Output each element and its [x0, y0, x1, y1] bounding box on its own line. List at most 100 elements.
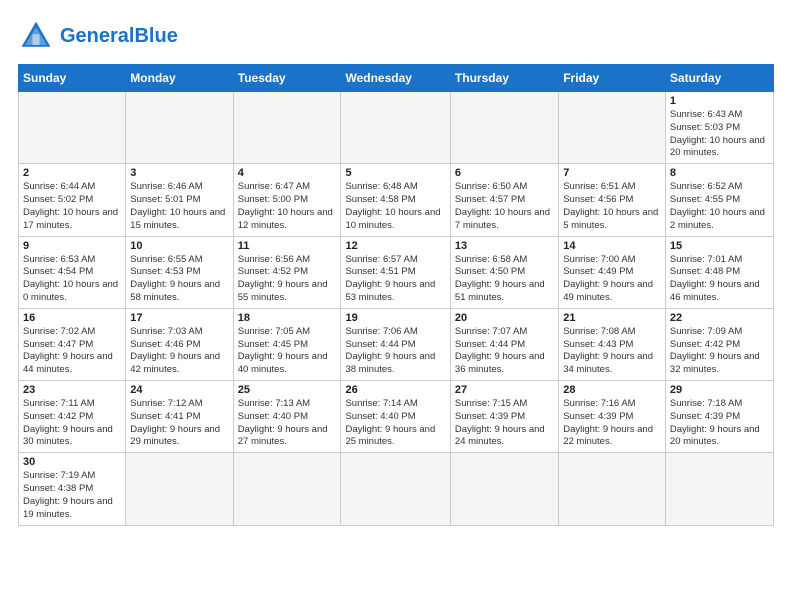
- calendar-cell: 26 Sunrise: 7:14 AM Sunset: 4:40 PM Dayli…: [341, 381, 450, 453]
- logo-icon: [18, 18, 54, 54]
- day-number: 18: [238, 312, 337, 324]
- day-info: Sunrise: 7:05 AM Sunset: 4:45 PM Dayligh…: [238, 326, 337, 377]
- day-info: Sunrise: 7:13 AM Sunset: 4:40 PM Dayligh…: [238, 398, 337, 449]
- calendar-cell: [450, 453, 558, 525]
- calendar-cell: 12 Sunrise: 6:57 AM Sunset: 4:51 PM Dayli…: [341, 236, 450, 308]
- calendar-cell: 24Sunrise: 7:12 AM Sunset: 4:41 PM Dayli…: [126, 381, 233, 453]
- calendar-cell: 14Sunrise: 7:00 AM Sunset: 4:49 PM Dayli…: [559, 236, 666, 308]
- day-number: 5: [345, 167, 445, 179]
- calendar-cell: 1 Sunrise: 6:43 AM Sunset: 5:03 PM Daylig…: [665, 92, 773, 164]
- day-number: 30: [23, 456, 121, 468]
- calendar-day-header: Friday: [559, 65, 666, 92]
- day-info: Sunrise: 7:02 AM Sunset: 4:47 PM Dayligh…: [23, 326, 121, 377]
- day-number: 6: [455, 167, 554, 179]
- calendar-cell: 23 Sunrise: 7:11 AM Sunset: 4:42 PM Dayli…: [19, 381, 126, 453]
- logo-text: GeneralBlue: [60, 26, 178, 46]
- day-number: 7: [563, 167, 661, 179]
- day-info: Sunrise: 7:12 AM Sunset: 4:41 PM Dayligh…: [130, 398, 228, 449]
- calendar-cell: [233, 92, 341, 164]
- calendar-cell: 21Sunrise: 7:08 AM Sunset: 4:43 PM Dayli…: [559, 308, 666, 380]
- day-number: 12: [345, 240, 445, 252]
- calendar-cell: [559, 453, 666, 525]
- calendar-cell: 2Sunrise: 6:44 AM Sunset: 5:02 PM Daylig…: [19, 164, 126, 236]
- day-info: Sunrise: 6:43 AM Sunset: 5:03 PM Dayligh…: [670, 109, 769, 160]
- calendar-day-header: Saturday: [665, 65, 773, 92]
- calendar-day-header: Wednesday: [341, 65, 450, 92]
- calendar-cell: 9Sunrise: 6:53 AM Sunset: 4:54 PM Daylig…: [19, 236, 126, 308]
- calendar-cell: 6 Sunrise: 6:50 AM Sunset: 4:57 PM Daylig…: [450, 164, 558, 236]
- day-info: Sunrise: 6:51 AM Sunset: 4:56 PM Dayligh…: [563, 181, 661, 232]
- day-info: Sunrise: 6:47 AM Sunset: 5:00 PM Dayligh…: [238, 181, 337, 232]
- calendar-cell: 8 Sunrise: 6:52 AM Sunset: 4:55 PM Daylig…: [665, 164, 773, 236]
- day-number: 26: [345, 384, 445, 396]
- calendar-week-row: 30 Sunrise: 7:19 AM Sunset: 4:38 PM Dayli…: [19, 453, 774, 525]
- day-number: 9: [23, 240, 121, 252]
- calendar-cell: [341, 92, 450, 164]
- calendar-cell: 7 Sunrise: 6:51 AM Sunset: 4:56 PM Daylig…: [559, 164, 666, 236]
- calendar-cell: 13Sunrise: 6:58 AM Sunset: 4:50 PM Dayli…: [450, 236, 558, 308]
- day-info: Sunrise: 7:19 AM Sunset: 4:38 PM Dayligh…: [23, 470, 121, 521]
- day-info: Sunrise: 7:11 AM Sunset: 4:42 PM Dayligh…: [23, 398, 121, 449]
- calendar-cell: [126, 92, 233, 164]
- day-number: 28: [563, 384, 661, 396]
- calendar-day-header: Thursday: [450, 65, 558, 92]
- day-info: Sunrise: 7:15 AM Sunset: 4:39 PM Dayligh…: [455, 398, 554, 449]
- day-number: 16: [23, 312, 121, 324]
- calendar-header-row: SundayMondayTuesdayWednesdayThursdayFrid…: [19, 65, 774, 92]
- calendar-week-row: 1 Sunrise: 6:43 AM Sunset: 5:03 PM Daylig…: [19, 92, 774, 164]
- calendar-week-row: 16 Sunrise: 7:02 AM Sunset: 4:47 PM Dayli…: [19, 308, 774, 380]
- day-info: Sunrise: 6:55 AM Sunset: 4:53 PM Dayligh…: [130, 254, 228, 305]
- day-info: Sunrise: 7:06 AM Sunset: 4:44 PM Dayligh…: [345, 326, 445, 377]
- calendar-cell: 28Sunrise: 7:16 AM Sunset: 4:39 PM Dayli…: [559, 381, 666, 453]
- calendar-cell: 11Sunrise: 6:56 AM Sunset: 4:52 PM Dayli…: [233, 236, 341, 308]
- calendar-week-row: 23 Sunrise: 7:11 AM Sunset: 4:42 PM Dayli…: [19, 381, 774, 453]
- day-number: 4: [238, 167, 337, 179]
- day-number: 29: [670, 384, 769, 396]
- calendar-cell: 27 Sunrise: 7:15 AM Sunset: 4:39 PM Dayli…: [450, 381, 558, 453]
- day-number: 19: [345, 312, 445, 324]
- day-number: 23: [23, 384, 121, 396]
- calendar-cell: 30 Sunrise: 7:19 AM Sunset: 4:38 PM Dayli…: [19, 453, 126, 525]
- calendar-day-header: Monday: [126, 65, 233, 92]
- calendar-cell: 10Sunrise: 6:55 AM Sunset: 4:53 PM Dayli…: [126, 236, 233, 308]
- day-number: 20: [455, 312, 554, 324]
- day-number: 8: [670, 167, 769, 179]
- day-number: 22: [670, 312, 769, 324]
- day-number: 13: [455, 240, 554, 252]
- calendar-cell: [233, 453, 341, 525]
- calendar-week-row: 2Sunrise: 6:44 AM Sunset: 5:02 PM Daylig…: [19, 164, 774, 236]
- day-info: Sunrise: 6:50 AM Sunset: 4:57 PM Dayligh…: [455, 181, 554, 232]
- calendar-cell: 18 Sunrise: 7:05 AM Sunset: 4:45 PM Dayli…: [233, 308, 341, 380]
- day-info: Sunrise: 7:09 AM Sunset: 4:42 PM Dayligh…: [670, 326, 769, 377]
- calendar-cell: 22 Sunrise: 7:09 AM Sunset: 4:42 PM Dayli…: [665, 308, 773, 380]
- calendar-table: SundayMondayTuesdayWednesdayThursdayFrid…: [18, 64, 774, 526]
- calendar-cell: [665, 453, 773, 525]
- day-number: 27: [455, 384, 554, 396]
- day-info: Sunrise: 6:52 AM Sunset: 4:55 PM Dayligh…: [670, 181, 769, 232]
- day-info: Sunrise: 7:14 AM Sunset: 4:40 PM Dayligh…: [345, 398, 445, 449]
- day-info: Sunrise: 6:57 AM Sunset: 4:51 PM Dayligh…: [345, 254, 445, 305]
- calendar-cell: [19, 92, 126, 164]
- day-number: 25: [238, 384, 337, 396]
- day-info: Sunrise: 7:00 AM Sunset: 4:49 PM Dayligh…: [563, 254, 661, 305]
- day-number: 1: [670, 95, 769, 107]
- day-number: 3: [130, 167, 228, 179]
- logo: GeneralBlue: [18, 18, 178, 54]
- day-info: Sunrise: 7:08 AM Sunset: 4:43 PM Dayligh…: [563, 326, 661, 377]
- calendar-day-header: Sunday: [19, 65, 126, 92]
- day-info: Sunrise: 7:03 AM Sunset: 4:46 PM Dayligh…: [130, 326, 228, 377]
- header: GeneralBlue: [18, 18, 774, 54]
- day-info: Sunrise: 7:07 AM Sunset: 4:44 PM Dayligh…: [455, 326, 554, 377]
- calendar-cell: 19 Sunrise: 7:06 AM Sunset: 4:44 PM Dayli…: [341, 308, 450, 380]
- calendar-cell: [450, 92, 558, 164]
- calendar-cell: 20 Sunrise: 7:07 AM Sunset: 4:44 PM Dayli…: [450, 308, 558, 380]
- calendar-cell: 25 Sunrise: 7:13 AM Sunset: 4:40 PM Dayli…: [233, 381, 341, 453]
- calendar-cell: 16 Sunrise: 7:02 AM Sunset: 4:47 PM Dayli…: [19, 308, 126, 380]
- calendar-cell: 29 Sunrise: 7:18 AM Sunset: 4:39 PM Dayli…: [665, 381, 773, 453]
- calendar-cell: 5 Sunrise: 6:48 AM Sunset: 4:58 PM Daylig…: [341, 164, 450, 236]
- day-info: Sunrise: 7:18 AM Sunset: 4:39 PM Dayligh…: [670, 398, 769, 449]
- day-info: Sunrise: 6:48 AM Sunset: 4:58 PM Dayligh…: [345, 181, 445, 232]
- calendar-cell: [559, 92, 666, 164]
- day-info: Sunrise: 7:01 AM Sunset: 4:48 PM Dayligh…: [670, 254, 769, 305]
- day-number: 15: [670, 240, 769, 252]
